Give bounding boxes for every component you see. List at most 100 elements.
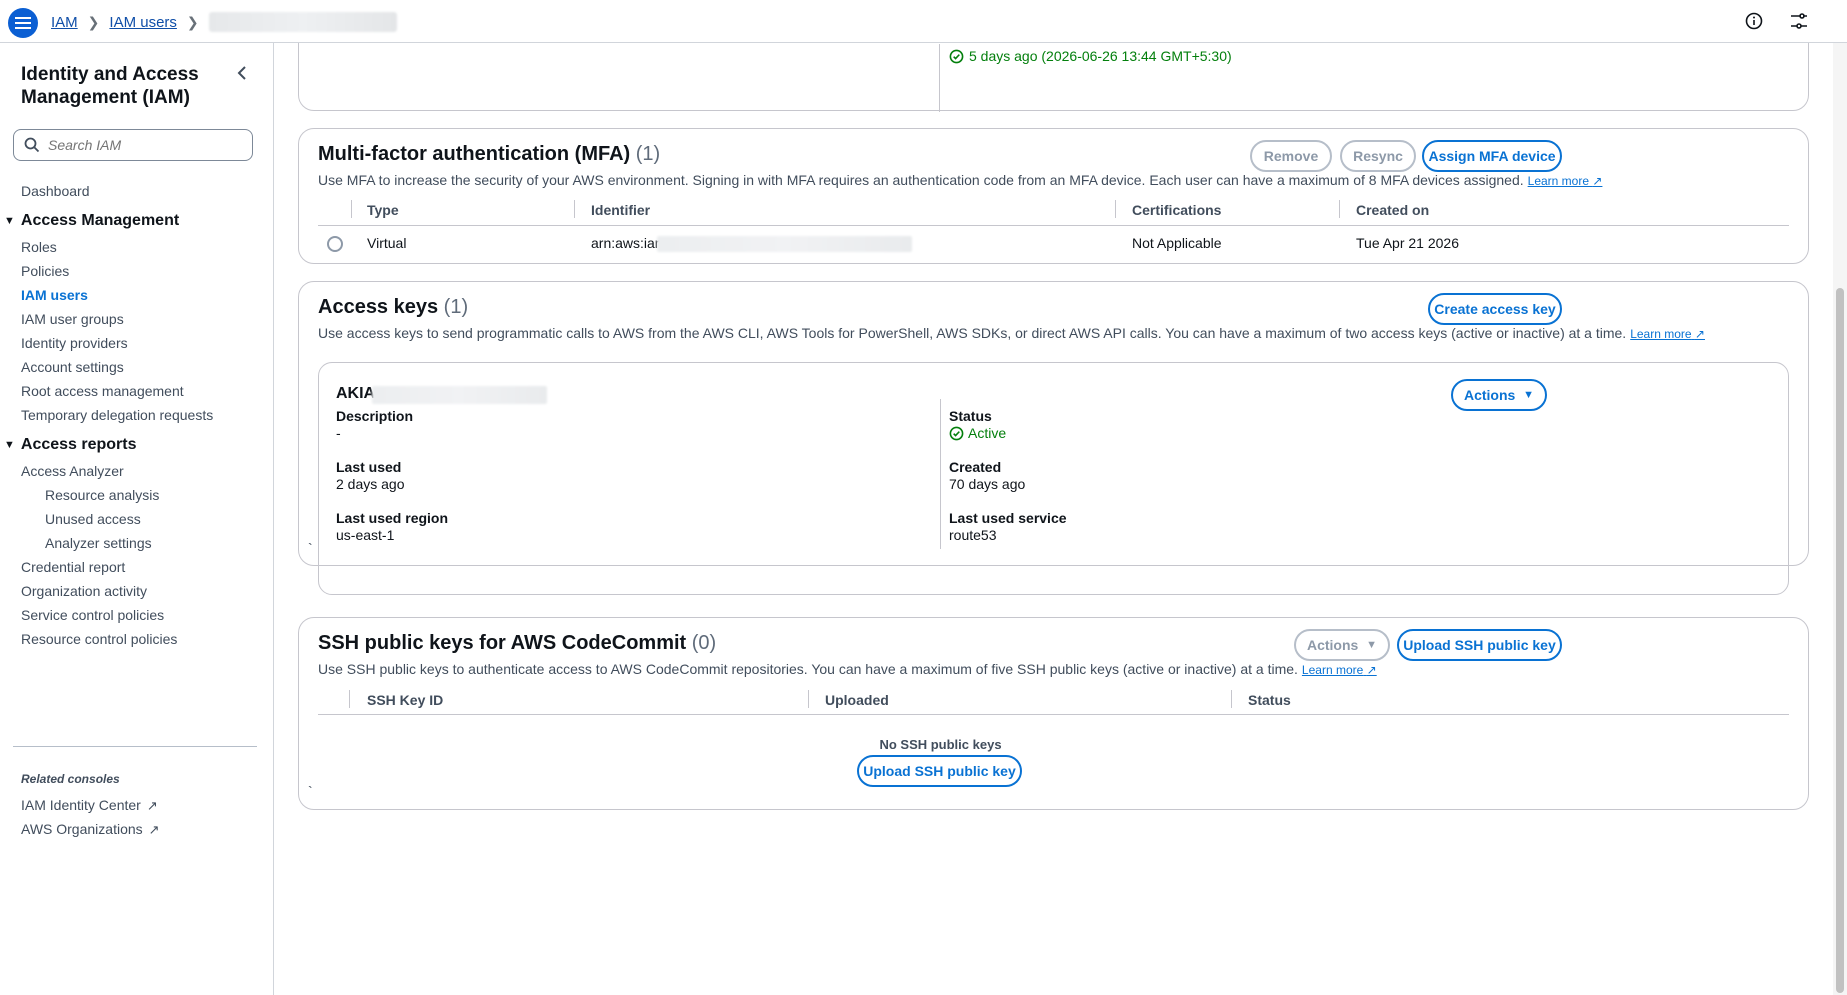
stray-backtick: ` bbox=[308, 783, 313, 799]
sidebar-item-account-settings[interactable]: Account settings bbox=[21, 359, 124, 375]
access-key-actions-button[interactable]: Actions ▼ bbox=[1451, 379, 1547, 411]
access-keys-title: Access keys (1) bbox=[318, 296, 469, 318]
table-header-divider bbox=[318, 714, 1789, 715]
mfa-row-radio[interactable] bbox=[327, 236, 343, 252]
ssh-learn-more-link[interactable]: Learn more ↗ bbox=[1302, 663, 1377, 677]
sidebar-section-access-reports[interactable]: ▼ Access reports bbox=[4, 436, 137, 454]
mfa-column-certifications[interactable]: Certifications bbox=[1132, 202, 1221, 218]
external-link-icon: ↗ bbox=[1592, 174, 1603, 188]
access-keys-learn-more-link[interactable]: Learn more ↗ bbox=[1630, 327, 1705, 341]
ssh-column-status[interactable]: Status bbox=[1248, 692, 1291, 708]
search-input[interactable] bbox=[48, 137, 238, 153]
access-key-id-redacted bbox=[372, 386, 547, 404]
sidebar-item-resource-analysis[interactable]: Resource analysis bbox=[45, 487, 159, 503]
status-label: Status bbox=[949, 408, 992, 424]
related-consoles-label: Related consoles bbox=[21, 772, 120, 786]
mfa-column-type[interactable]: Type bbox=[367, 202, 399, 218]
assign-mfa-device-button[interactable]: Assign MFA device bbox=[1422, 140, 1562, 172]
table-header-divider bbox=[318, 225, 1789, 226]
mfa-column-created-on[interactable]: Created on bbox=[1356, 202, 1429, 218]
sidebar-item-resource-control-policies[interactable]: Resource control policies bbox=[21, 631, 177, 647]
mfa-title: Multi-factor authentication (MFA) (1) bbox=[318, 143, 661, 165]
main-content: 5 days ago (2026-06-26 13:44 GMT+5:30) M… bbox=[274, 43, 1847, 995]
ssh-empty-state-text: No SSH public keys bbox=[879, 737, 1002, 752]
sidebar-item-credential-report[interactable]: Credential report bbox=[21, 559, 125, 575]
sidebar-section-access-management[interactable]: ▼ Access Management bbox=[4, 212, 179, 230]
column-divider bbox=[1339, 200, 1340, 218]
last-used-value: 2 days ago bbox=[336, 476, 405, 492]
column-divider bbox=[940, 399, 941, 549]
ssh-keys-title: SSH public keys for AWS CodeCommit (0) bbox=[318, 632, 717, 654]
column-divider bbox=[351, 200, 352, 218]
ssh-column-uploaded[interactable]: Uploaded bbox=[825, 692, 889, 708]
last-used-region-value: us-east-1 bbox=[336, 527, 395, 543]
caret-down-icon: ▼ bbox=[1523, 389, 1534, 401]
console-access-status: 5 days ago (2026-06-26 13:44 GMT+5:30) bbox=[949, 48, 1232, 64]
check-circle-icon bbox=[949, 426, 964, 440]
scrollbar-thumb[interactable] bbox=[1836, 288, 1844, 993]
column-divider bbox=[1231, 690, 1232, 708]
breadcrumb-iam-users[interactable]: IAM users bbox=[109, 14, 177, 31]
mfa-column-identifier[interactable]: Identifier bbox=[591, 202, 650, 218]
description-value: - bbox=[336, 425, 341, 441]
ssh-column-key-id[interactable]: SSH Key ID bbox=[367, 692, 443, 708]
sidebar-item-temporary-delegation-requests[interactable]: Temporary delegation requests bbox=[21, 407, 213, 423]
mfa-row-certifications: Not Applicable bbox=[1132, 235, 1222, 251]
sidebar-item-unused-access[interactable]: Unused access bbox=[45, 511, 141, 527]
column-divider bbox=[349, 690, 350, 708]
identifier-redacted bbox=[657, 236, 912, 252]
check-circle-icon bbox=[949, 49, 964, 63]
sidebar-item-roles[interactable]: Roles bbox=[21, 239, 57, 255]
search-field[interactable] bbox=[13, 129, 253, 161]
empty-upload-ssh-public-key-button[interactable]: Upload SSH public key bbox=[857, 755, 1022, 787]
sidebar-item-aws-organizations[interactable]: AWS Organizations ↗ bbox=[21, 821, 160, 838]
remove-button[interactable]: Remove bbox=[1250, 140, 1332, 172]
mfa-learn-more-link[interactable]: Learn more ↗ bbox=[1528, 174, 1603, 188]
description-label: Description bbox=[336, 408, 414, 424]
mfa-card: Multi-factor authentication (MFA) (1) Re… bbox=[298, 128, 1809, 264]
sidebar-item-iam-user-groups[interactable]: IAM user groups bbox=[21, 311, 124, 327]
sidebar-item-service-control-policies[interactable]: Service control policies bbox=[21, 607, 164, 623]
ssh-actions-button[interactable]: Actions ▼ bbox=[1294, 629, 1390, 661]
breadcrumb-iam[interactable]: IAM bbox=[51, 14, 78, 31]
mfa-description: Use MFA to increase the security of your… bbox=[318, 172, 1603, 188]
sidebar-item-iam-users[interactable]: IAM users bbox=[21, 287, 88, 303]
sidebar-item-identity-providers[interactable]: Identity providers bbox=[21, 335, 128, 351]
sidebar-item-root-access-management[interactable]: Root access management bbox=[21, 383, 184, 399]
menu-icon[interactable] bbox=[8, 8, 38, 38]
created-label: Created bbox=[949, 459, 1002, 475]
status-value: Active bbox=[949, 425, 1006, 441]
collapse-sidebar-icon[interactable] bbox=[236, 65, 248, 86]
created-value: 70 days ago bbox=[949, 476, 1026, 492]
sidebar-item-dashboard[interactable]: Dashboard bbox=[21, 183, 90, 199]
sidebar-item-organization-activity[interactable]: Organization activity bbox=[21, 583, 147, 599]
external-link-icon: ↗ bbox=[1366, 663, 1377, 677]
last-used-region-label: Last used region bbox=[336, 510, 449, 526]
caret-down-icon: ▼ bbox=[1366, 639, 1377, 651]
breadcrumb-current-user-redacted bbox=[208, 12, 397, 32]
top-navigation-bar: IAM ❯ IAM users ❯ bbox=[0, 0, 1847, 43]
resync-button[interactable]: Resync bbox=[1340, 140, 1416, 172]
sidebar-item-policies[interactable]: Policies bbox=[21, 263, 69, 279]
column-divider bbox=[574, 200, 575, 218]
last-used-label: Last used bbox=[336, 459, 402, 475]
mfa-row-type: Virtual bbox=[367, 235, 407, 251]
create-access-key-button[interactable]: Create access key bbox=[1428, 293, 1562, 325]
external-link-icon: ↗ bbox=[146, 798, 158, 813]
last-used-service-value: route53 bbox=[949, 527, 997, 543]
search-icon bbox=[24, 137, 40, 153]
sidebar: Identity and Access Management (IAM) Das… bbox=[0, 43, 274, 995]
external-link-icon: ↗ bbox=[148, 822, 160, 837]
access-keys-description: Use access keys to send programmatic cal… bbox=[318, 325, 1705, 341]
sidebar-item-iam-identity-center[interactable]: IAM Identity Center ↗ bbox=[21, 797, 158, 814]
settings-icon[interactable] bbox=[1789, 12, 1809, 34]
upload-ssh-public-key-button[interactable]: Upload SSH public key bbox=[1397, 629, 1562, 661]
info-icon[interactable] bbox=[1745, 12, 1763, 34]
sidebar-item-analyzer-settings[interactable]: Analyzer settings bbox=[45, 535, 152, 551]
summary-card-partial: 5 days ago (2026-06-26 13:44 GMT+5:30) bbox=[298, 43, 1809, 112]
last-used-service-label: Last used service bbox=[949, 510, 1067, 526]
column-divider bbox=[808, 690, 809, 708]
sidebar-item-access-analyzer[interactable]: Access Analyzer bbox=[21, 463, 124, 479]
chevron-right-icon: ❯ bbox=[186, 13, 199, 30]
column-divider bbox=[939, 44, 940, 112]
